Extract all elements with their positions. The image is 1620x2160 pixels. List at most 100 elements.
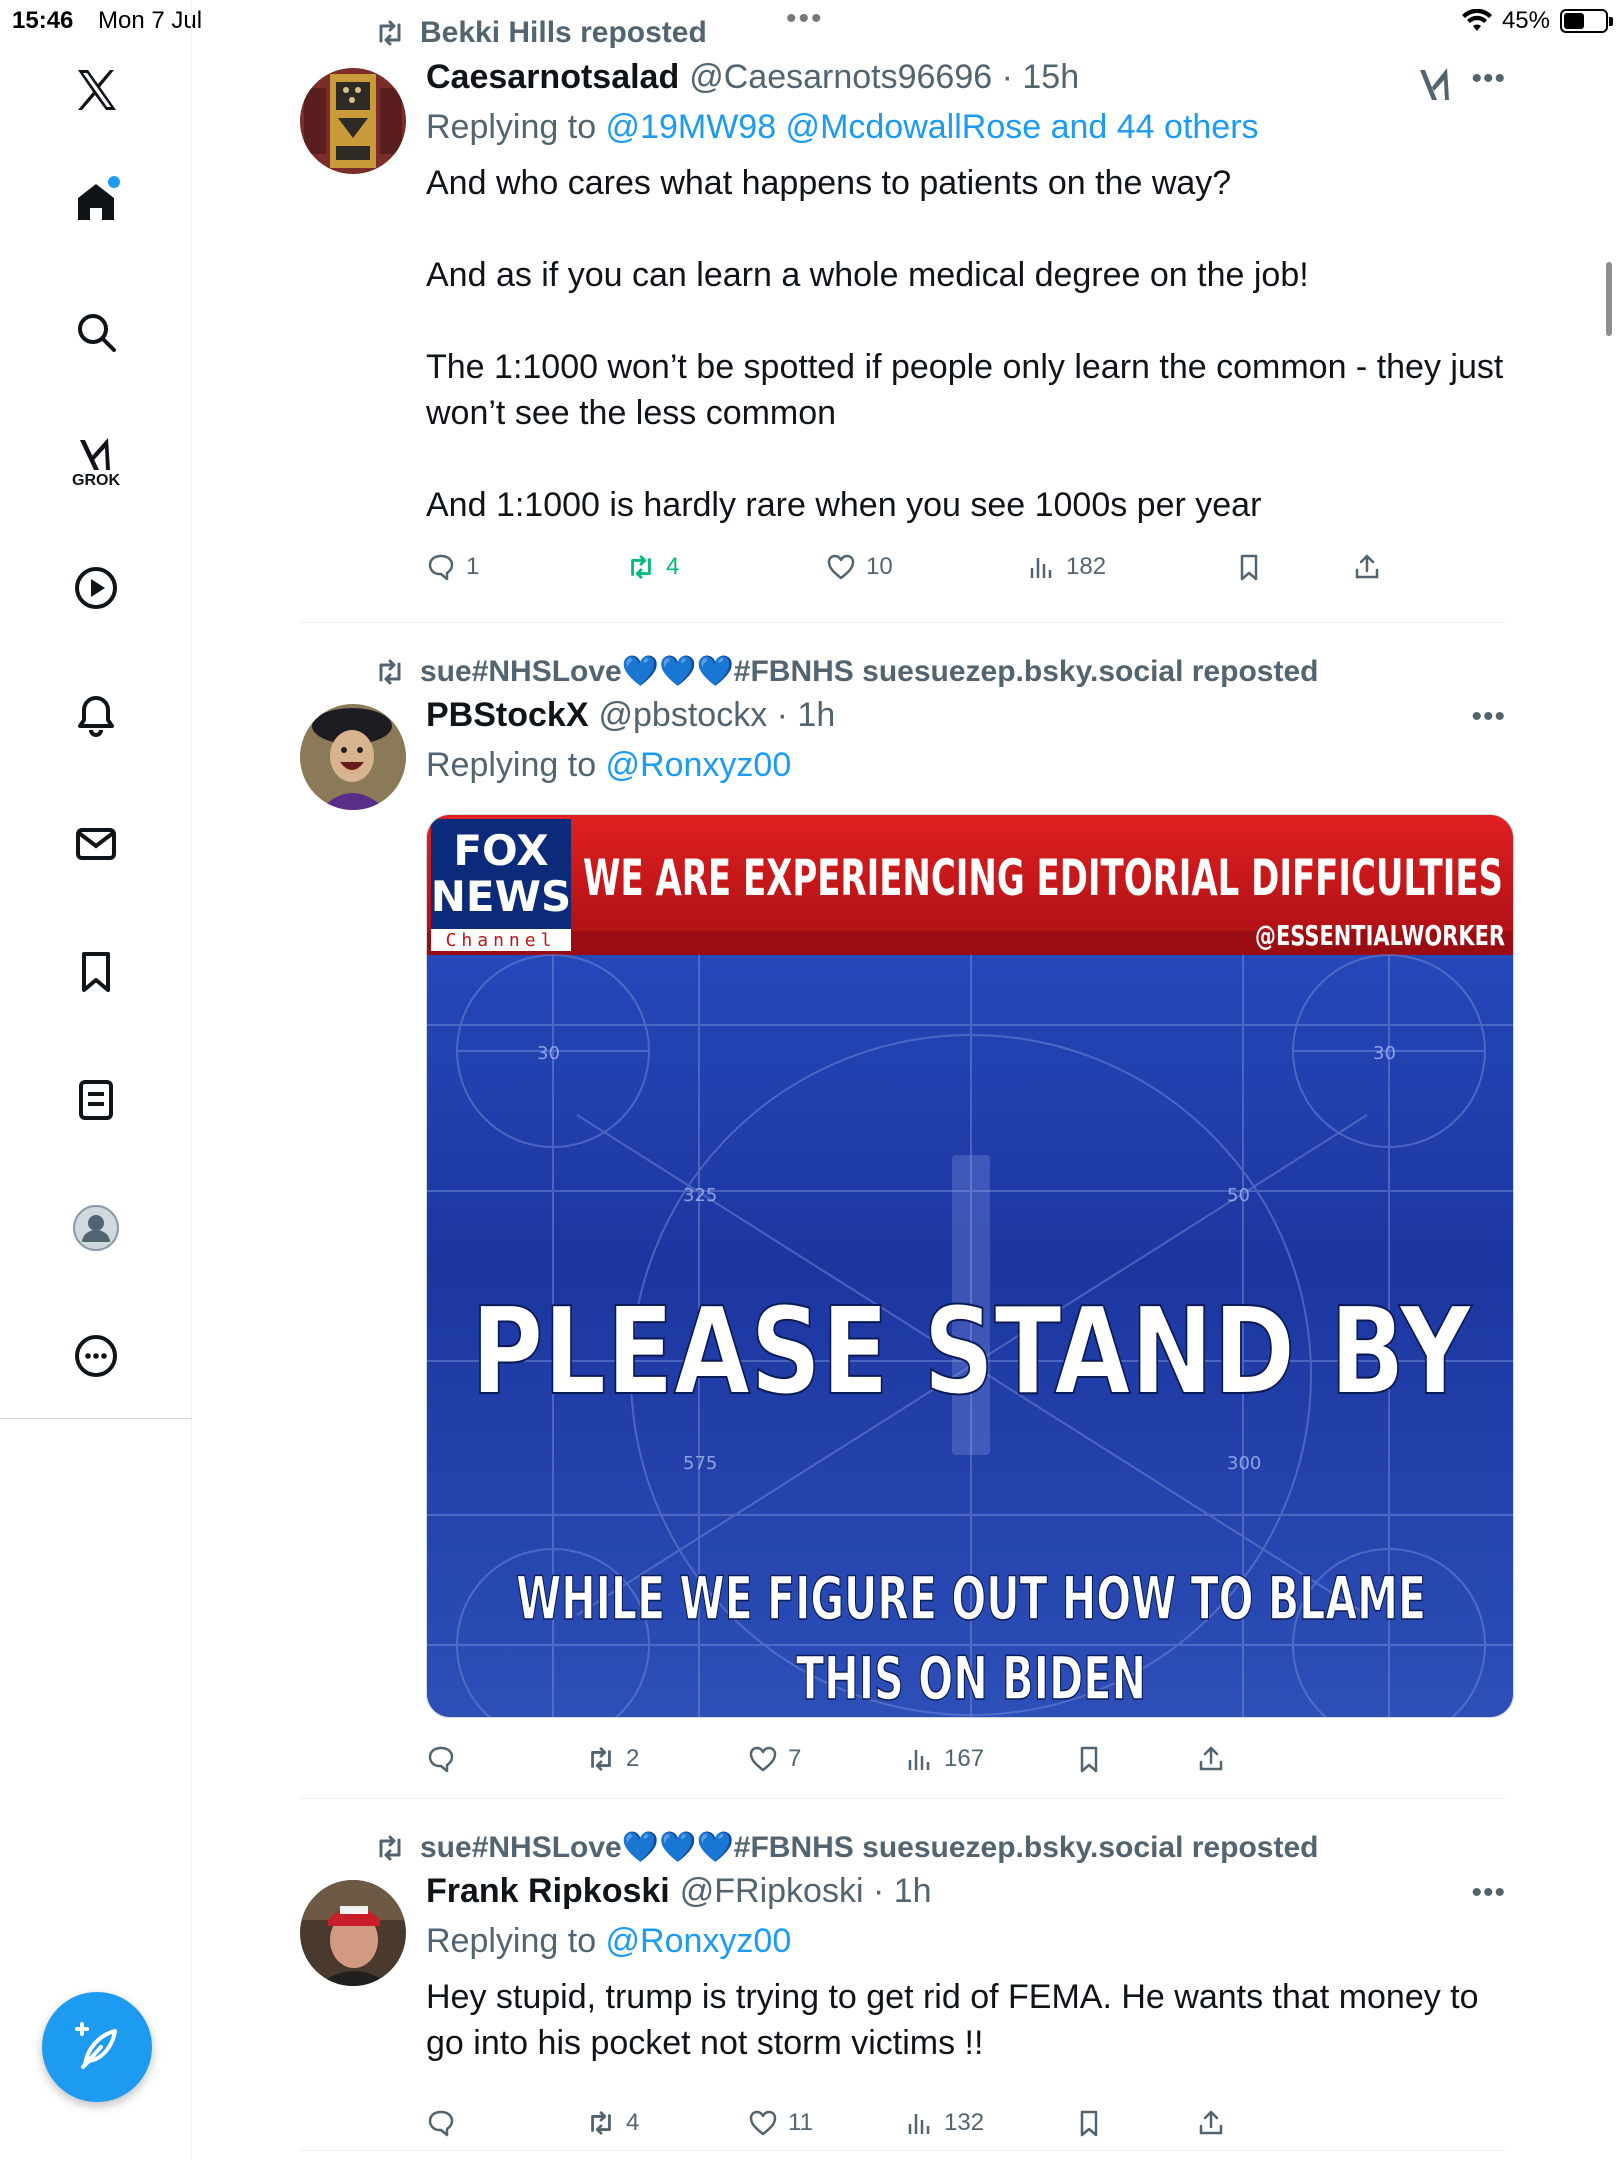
more-options-icon[interactable]: ••• [1471, 62, 1506, 96]
view-count: 132 [944, 2109, 985, 2136]
svg-text:325: 325 [683, 1185, 717, 1206]
display-name[interactable]: Caesarnotsalad [426, 58, 679, 97]
repost-count: 2 [626, 1745, 640, 1772]
tweet-divider [300, 2150, 1506, 2151]
display-name[interactable]: PBStockX [426, 696, 589, 735]
tweet-header: Frank Ripkoski @FRipkoski · 1h [426, 1872, 1506, 1922]
avatar[interactable] [300, 1880, 406, 1986]
reply-button[interactable] [426, 1744, 466, 1774]
replying-to-link[interactable]: @Ronxyz00 [606, 1922, 792, 1960]
sidebar: GROK [0, 0, 192, 2160]
handle-and-time[interactable]: @FRipkoski · 1h [680, 1872, 932, 1911]
repost-context: sue#NHSLove💙💙💙#FBNHS suesuezep.bsky.soci… [374, 1830, 1318, 1865]
repost-context: sue#NHSLove💙💙💙#FBNHS suesuezep.bsky.soci… [374, 654, 1318, 689]
sidebar-divider [0, 1418, 192, 1419]
like-button[interactable]: 10 [826, 552, 893, 582]
tweet-text: Hey stupid, trump is trying to get rid o… [426, 1978, 1488, 2062]
tweet-body: Caesarnotsalad @Caesarnots96696 · 15h ••… [426, 58, 1506, 528]
home-icon[interactable] [62, 168, 130, 236]
video-icon[interactable] [62, 554, 130, 622]
svg-text:THIS ON BIDEN: THIS ON BIDEN [796, 1644, 1146, 1714]
bookmark-button[interactable] [1074, 1744, 1104, 1774]
svg-text:50: 50 [1227, 1185, 1250, 1206]
replying-to-label: Replying to [426, 1922, 606, 1960]
messages-envelope-icon[interactable] [62, 810, 130, 878]
tweet-header: PBStockX @pbstockx · 1h [426, 696, 1506, 746]
views-chart-icon [908, 2114, 930, 2134]
reply-button[interactable]: 1 [426, 552, 479, 582]
replying-to-label: Replying to [426, 108, 606, 146]
handle-and-time[interactable]: @Caesarnots96696 · 15h [689, 58, 1079, 97]
repost-button[interactable]: 2 [586, 1744, 639, 1774]
replying-to: Replying to @19MW98 @McdowallRose and 44… [426, 108, 1506, 160]
share-button[interactable] [1196, 2108, 1226, 2138]
replying-to-link[interactable]: @Ronxyz00 [606, 746, 792, 784]
bookmark-button[interactable] [1234, 552, 1264, 582]
svg-text:PLEASE STAND BY: PLEASE STAND BY [471, 1283, 1473, 1422]
repost-button[interactable]: 4 [586, 2108, 639, 2138]
view-count: 167 [944, 1745, 985, 1772]
more-options-icon[interactable]: ••• [1471, 1876, 1506, 1910]
lists-icon[interactable] [62, 1066, 130, 1134]
heart-icon [827, 554, 855, 580]
svg-text:WHILE WE FIGURE OUT HOW TO BLA: WHILE WE FIGURE OUT HOW TO BLAME [516, 1564, 1426, 1634]
reposted-by-text: Bekki Hills reposted [420, 16, 707, 49]
x-logo-icon[interactable] [62, 56, 130, 124]
reply-button[interactable] [426, 2108, 466, 2138]
grok-icon[interactable] [1416, 66, 1456, 102]
repost-button[interactable]: 4 [626, 552, 679, 582]
avatar[interactable] [300, 704, 406, 810]
tweet-body: Frank Ripkoski @FRipkoski · 1h ••• Reply… [426, 1872, 1506, 2066]
home-notification-dot [108, 176, 120, 188]
replying-to-link[interactable]: @19MW98 @McdowallRose and 44 others [606, 108, 1259, 146]
views-button[interactable]: 132 [904, 2108, 984, 2138]
repost-icon [379, 659, 401, 684]
like-count: 10 [866, 553, 893, 580]
tweet-divider [300, 622, 1506, 623]
more-options-icon[interactable]: ••• [1471, 700, 1506, 734]
repost-count: 4 [666, 553, 680, 580]
svg-text:30: 30 [537, 1043, 560, 1064]
svg-text:WE ARE EXPERIENCING EDITORIAL: WE ARE EXPERIENCING EDITORIAL DIFFICULTI… [583, 849, 1503, 907]
fox-news-logo: FOX NEWS Channel [431, 819, 571, 951]
profile-avatar-icon[interactable] [62, 1194, 130, 1262]
bookmark-button[interactable] [1074, 2108, 1104, 2138]
like-button[interactable]: 11 [748, 2108, 813, 2138]
like-count: 11 [788, 2109, 813, 2136]
svg-text:NEWS: NEWS [431, 872, 571, 921]
views-button[interactable]: 182 [1026, 552, 1106, 582]
views-chart-icon [1030, 558, 1052, 578]
compose-post-button[interactable] [42, 1992, 152, 2102]
replying-to-label: Replying to [426, 746, 606, 784]
avatar[interactable] [300, 68, 406, 174]
reply-count: 1 [466, 553, 480, 580]
handle-and-time[interactable]: @pbstockx · 1h [599, 696, 836, 735]
more-options-icon[interactable] [62, 1322, 130, 1390]
share-button[interactable] [1196, 1744, 1226, 1774]
replying-to: Replying to @Ronxyz00 [426, 746, 1506, 798]
grok-label: GROK [72, 472, 120, 489]
display-name[interactable]: Frank Ripkoski [426, 1872, 670, 1911]
reposted-by-text: sue#NHSLove💙💙💙#FBNHS suesuezep.bsky.soci… [420, 1831, 1319, 1864]
timeline-feed: Bekki Hills reposted Caesarnotsalad @Cae… [192, 0, 1620, 2160]
bookmarks-icon[interactable] [62, 938, 130, 1006]
bookmark-icon [1080, 2110, 1098, 2137]
notifications-bell-icon[interactable] [62, 682, 130, 750]
tweet-divider [300, 1798, 1506, 1799]
tweet-media-image[interactable]: FOX NEWS Channel WE ARE EXPERIENCING EDI… [426, 814, 1514, 1718]
tweet-header: Caesarnotsalad @Caesarnots96696 · 15h [426, 58, 1506, 108]
search-icon[interactable] [62, 298, 130, 366]
replying-to: Replying to @Ronxyz00 [426, 1922, 1506, 1974]
views-button[interactable]: 167 [904, 1744, 984, 1774]
share-icon [1355, 554, 1379, 579]
share-icon [1199, 1746, 1223, 1771]
grok-icon[interactable]: GROK [62, 420, 130, 489]
svg-text:@ESSENTIALWORKER: @ESSENTIALWORKER [1255, 919, 1505, 952]
repost-icon [379, 1835, 401, 1860]
svg-text:Channel: Channel [446, 930, 557, 951]
share-button[interactable] [1352, 552, 1382, 582]
bookmark-icon [1240, 554, 1258, 581]
like-button[interactable]: 7 [748, 1744, 801, 1774]
feed-scrollbar[interactable] [1606, 262, 1612, 336]
svg-text:FOX: FOX [453, 826, 548, 875]
